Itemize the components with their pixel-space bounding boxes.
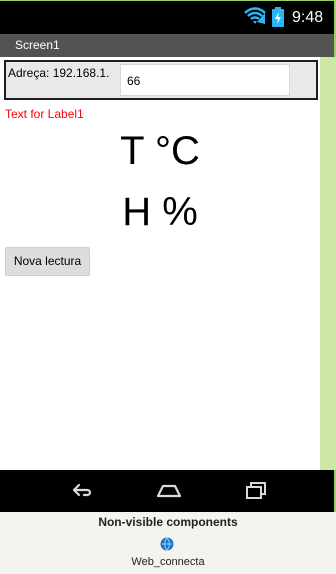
web-component-label: Web_connecta xyxy=(131,556,205,568)
web-component-icon xyxy=(160,537,174,551)
back-icon[interactable] xyxy=(66,478,96,502)
status-time: 9:48 xyxy=(292,9,324,26)
non-visible-components-title: Non-visible components xyxy=(98,515,238,529)
title-bar: Screen1 xyxy=(0,34,336,57)
home-icon[interactable] xyxy=(154,478,184,502)
screen-content: Adreça: 192.168.1. 66 Text for Label1 T … xyxy=(0,57,320,470)
humidity-label: H % xyxy=(122,190,198,234)
address-input-value[interactable]: 66 xyxy=(127,74,140,88)
label1-text: Text for Label1 xyxy=(5,107,84,121)
status-bar: 9:48 xyxy=(0,0,336,34)
navigation-bar xyxy=(0,470,336,512)
address-row: Adreça: 192.168.1. 66 xyxy=(4,60,318,100)
temperature-label: T °C xyxy=(120,129,200,173)
recent-apps-icon[interactable] xyxy=(242,478,272,502)
refresh-button[interactable]: Nova lectura xyxy=(5,247,90,276)
address-input[interactable]: 66 xyxy=(120,64,290,96)
address-label: Adreça: 192.168.1. xyxy=(8,66,110,80)
wifi-icon xyxy=(244,7,266,24)
screen-title: Screen1 xyxy=(15,38,60,52)
phone-preview: 9:48 Screen1 Adreça: 192.168.1. 66 Text … xyxy=(0,0,336,512)
battery-icon xyxy=(272,7,284,27)
